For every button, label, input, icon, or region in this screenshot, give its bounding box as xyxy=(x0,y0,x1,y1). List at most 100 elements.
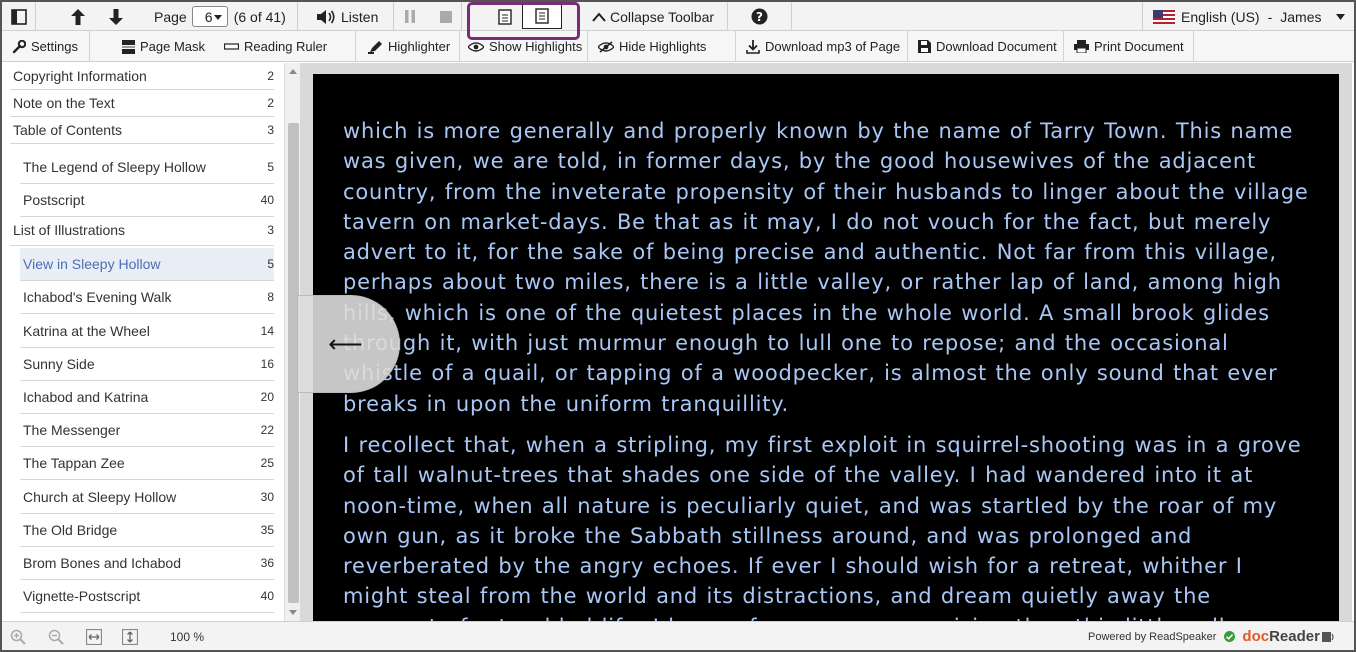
page-navigator: Page 6 (6 of 41) xyxy=(138,2,298,31)
fit-width-icon xyxy=(86,628,102,645)
status-bar: 100 % Powered by ReadSpeaker docReader xyxy=(2,621,1354,650)
print-document-button[interactable]: Print Document xyxy=(1064,31,1194,62)
svg-text:?: ? xyxy=(756,10,763,24)
zoom-in-button[interactable] xyxy=(10,622,32,651)
page-mask-button[interactable]: Page Mask xyxy=(118,31,216,62)
pause-button[interactable] xyxy=(394,2,426,31)
text-view-button[interactable] xyxy=(522,3,562,29)
zoom-out-button[interactable] xyxy=(48,622,70,651)
secondary-toolbar: Settings Page Mask Reading Ruler Highlig… xyxy=(2,31,1354,62)
toc-item-page: 2 xyxy=(267,69,274,83)
settings-label: Settings xyxy=(31,39,78,54)
toc-item[interactable]: Postscript 40 xyxy=(20,184,274,217)
listen-button[interactable]: Listen xyxy=(308,2,394,31)
fit-height-button[interactable] xyxy=(122,622,144,651)
hide-highlights-button[interactable]: Hide Highlights xyxy=(588,31,714,62)
page-count: (6 of 41) xyxy=(233,8,286,25)
show-highlights-label: Show Highlights xyxy=(489,39,583,54)
toc-item[interactable]: Table of Contents 3 xyxy=(10,117,274,144)
toc-item[interactable]: Vignette-Postscript 40 xyxy=(20,580,274,613)
toc-item-label: The Tappan Zee xyxy=(23,455,125,471)
toc-item[interactable]: Katrina at the Wheel 14 xyxy=(20,315,274,348)
toc-item[interactable]: List of Illustrations 3 xyxy=(10,215,274,246)
toc-item-label: List of Illustrations xyxy=(13,222,126,238)
stop-icon xyxy=(439,10,452,23)
save-disk-icon xyxy=(918,40,931,53)
fit-width-button[interactable] xyxy=(86,622,108,651)
us-flag-icon xyxy=(1153,9,1175,24)
toc-item-page: 20 xyxy=(260,390,274,404)
language-voice-select[interactable]: English (US) - James xyxy=(1142,2,1354,31)
highlighter-label: Highlighter xyxy=(388,39,451,54)
collapse-sidebar-button[interactable]: ⟵ xyxy=(297,295,400,393)
previous-page-button[interactable] xyxy=(64,2,92,31)
download-document-label: Download Document xyxy=(936,39,1057,54)
toc-item[interactable]: The Legend of Sleepy Hollow 5 xyxy=(20,151,274,184)
toc-item[interactable]: The Old Bridge 35 xyxy=(20,514,274,547)
arrow-up-icon xyxy=(71,8,85,25)
hide-highlights-label: Hide Highlights xyxy=(619,39,707,54)
language-separator: - xyxy=(1267,8,1273,25)
toc-item-label: Note on the Text xyxy=(13,95,115,111)
settings-button[interactable]: Settings xyxy=(2,31,90,62)
single-page-view-button[interactable] xyxy=(488,2,522,31)
collapse-toolbar-button[interactable]: Collapse Toolbar xyxy=(582,2,728,31)
zoom-level: 100 % xyxy=(170,622,230,651)
toc-item-label: Brom Bones and Ichabod xyxy=(23,555,181,571)
toc-item[interactable]: Sunny Side 16 xyxy=(20,348,274,381)
toc-item[interactable]: Copyright Information 2 xyxy=(10,63,274,90)
toc-item[interactable]: Ichabod's Evening Walk 8 xyxy=(20,281,274,314)
print-document-label: Print Document xyxy=(1094,39,1184,54)
voice-label: James xyxy=(1280,8,1322,25)
show-highlights-button[interactable]: Show Highlights xyxy=(460,31,588,62)
collapse-toolbar-label: Collapse Toolbar xyxy=(610,8,715,25)
toc-item[interactable]: Church at Sleepy Hollow 30 xyxy=(20,480,274,514)
download-icon xyxy=(746,39,760,54)
download-document-button[interactable]: Download Document xyxy=(908,31,1064,62)
ruler-icon xyxy=(224,42,239,51)
docreader-logo: docReader xyxy=(1242,628,1320,645)
toc-item-page: 30 xyxy=(260,489,274,504)
toc-item-label: Ichabod's Evening Walk xyxy=(23,289,172,305)
toc-item-label: Vignette-Postscript xyxy=(23,588,141,604)
scroll-down-arrow-icon[interactable] xyxy=(289,610,297,615)
stop-button[interactable] xyxy=(430,2,462,31)
arrow-down-icon xyxy=(109,8,123,25)
language-label: English (US) xyxy=(1181,8,1260,25)
scroll-up-arrow-icon[interactable] xyxy=(289,69,297,74)
zoom-out-icon xyxy=(48,629,64,645)
reader-paragraph-2: I recollect that, when a stripling, my f… xyxy=(343,433,1302,621)
toc-item[interactable]: Brom Bones and Ichabod 36 xyxy=(20,547,274,580)
toc-item-page: 36 xyxy=(260,556,274,570)
toc-item-label: Katrina at the Wheel xyxy=(23,323,150,339)
main-toolbar: Page 6 (6 of 41) Listen Collapse Toolbar xyxy=(2,2,1354,31)
toc-item[interactable]: The Tappan Zee 25 xyxy=(20,447,274,480)
reading-ruler-button[interactable]: Reading Ruler xyxy=(220,31,332,62)
page-select[interactable]: 6 xyxy=(191,6,228,27)
toc-item-page: 5 xyxy=(267,257,274,271)
sidebar-toggle-button[interactable] xyxy=(2,2,36,31)
toc-item[interactable]: Ichabod and Katrina 20 xyxy=(20,381,274,414)
zoom-level-text: 100 % xyxy=(170,629,205,644)
document-icon xyxy=(498,8,512,25)
toc-item-page: 40 xyxy=(260,193,274,207)
arrow-left-icon: ⟵ xyxy=(328,330,363,358)
fit-height-icon xyxy=(122,628,138,645)
toc-item[interactable]: View in Sleepy Hollow 5 xyxy=(20,248,274,281)
next-page-button[interactable] xyxy=(102,2,130,31)
wrench-icon xyxy=(12,39,26,54)
toc-item-label: The Old Bridge xyxy=(23,522,118,538)
toc-item-page: 35 xyxy=(260,523,274,537)
help-button[interactable]: ? xyxy=(728,2,792,31)
sidebar-icon xyxy=(10,8,27,25)
toc-item-label: Church at Sleepy Hollow xyxy=(23,488,177,505)
toc-item[interactable]: The Messenger 22 xyxy=(20,414,274,447)
download-mp3-button[interactable]: Download mp3 of Page xyxy=(736,31,908,62)
reader-text-view: which is more generally and properly kno… xyxy=(313,74,1339,621)
text-document-icon xyxy=(535,8,549,24)
check-circle-icon xyxy=(1224,631,1236,642)
highlighter-button[interactable]: Highlighter xyxy=(364,31,460,62)
pause-icon xyxy=(404,10,416,23)
toc-item[interactable]: Note on the Text 2 xyxy=(10,90,274,117)
toc-item-page: 40 xyxy=(260,589,274,603)
